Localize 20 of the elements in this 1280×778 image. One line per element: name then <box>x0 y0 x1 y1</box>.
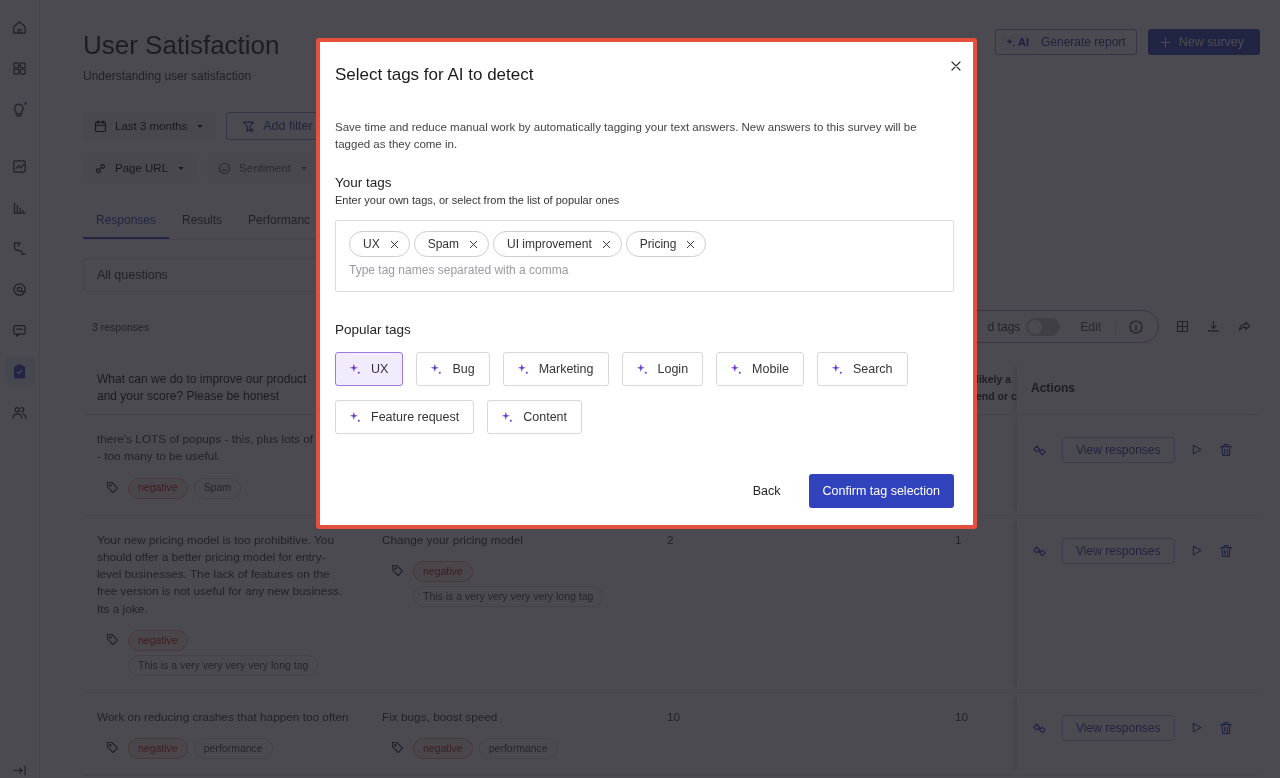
tag-label: UI improvement <box>507 237 592 251</box>
tag-option-button[interactable]: Content <box>487 400 583 434</box>
dialog-title: Select tags for AI to detect <box>335 65 534 85</box>
back-button[interactable]: Back <box>752 476 781 506</box>
section-heading: Your tags <box>335 175 393 190</box>
tag-option-button[interactable]: Marketing <box>502 352 609 386</box>
section-heading: Popular tags <box>335 322 412 337</box>
tag-option-button[interactable]: Search <box>816 352 908 386</box>
tag-option-button[interactable]: Mobile <box>716 352 804 386</box>
tag-label: UX <box>363 237 380 251</box>
tag-label: Spam <box>427 237 460 251</box>
confirm-button[interactable]: Confirm tag selection <box>808 474 954 508</box>
tags-field[interactable]: UX Spam UI improvement Pricing Type tag names separated with a comma <box>335 220 954 292</box>
dialog-description: Save time and reduce manual work by automatically tagging your text answers. New answers to this survey will be tagged as they come in. <box>335 120 918 152</box>
tag-option-button[interactable]: Login <box>621 352 704 386</box>
tag-option-button[interactable]: Feature request <box>335 400 475 434</box>
tag-option-button[interactable]: UX <box>335 352 404 386</box>
section-hint: Enter your own tags, or select from the list of popular ones <box>335 194 621 206</box>
tag-label: Pricing <box>639 237 677 251</box>
tag-option-button[interactable]: Bug <box>416 352 490 386</box>
